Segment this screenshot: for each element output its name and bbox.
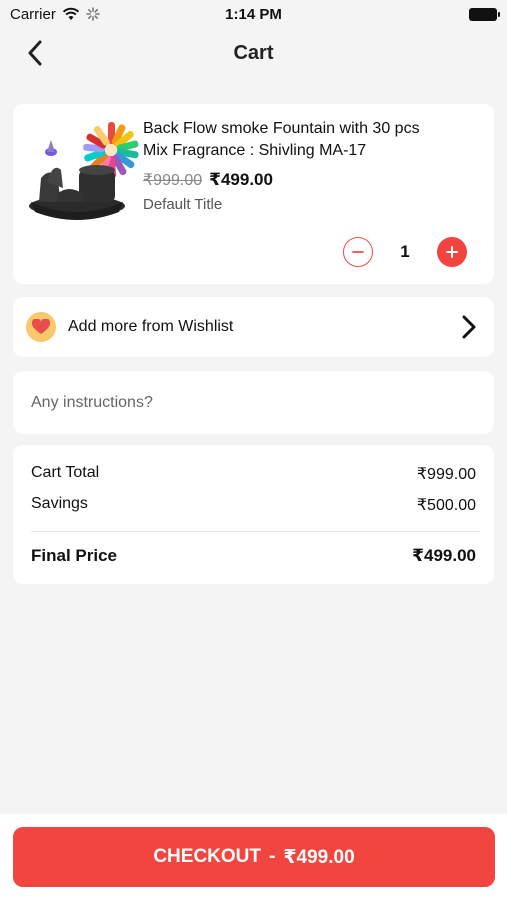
chevron-right-icon [462, 315, 476, 339]
cart-total-label: Cart Total [31, 464, 100, 481]
loading-icon [86, 7, 100, 21]
final-price-row: Final Price ₹499.00 [31, 546, 476, 566]
product-name[interactable]: Back Flow smoke Fountain with 30 pcs Mix… [143, 118, 433, 162]
divider [31, 531, 480, 532]
carrier-label: Carrier [10, 5, 56, 23]
quantity-value: 1 [400, 242, 410, 261]
heart-icon [32, 319, 50, 334]
price-row: ₹999.00 ₹499.00 [143, 170, 273, 190]
battery-icon [469, 7, 500, 21]
page-title: Cart [233, 41, 274, 64]
add-from-wishlist-row[interactable]: Add more from Wishlist [13, 297, 494, 357]
increase-quantity-button[interactable] [437, 237, 467, 267]
checkout-separator: - [269, 846, 276, 867]
decrease-quantity-button[interactable] [343, 237, 373, 267]
savings-row: Savings ₹500.00 [31, 495, 476, 515]
final-price-label: Final Price [31, 546, 117, 565]
wishlist-label: Add more from Wishlist [68, 318, 234, 335]
back-chevron-icon [28, 40, 42, 66]
checkout-button[interactable]: CHECKOUT - ₹499.00 [13, 827, 495, 887]
cart-item-card: Back Flow smoke Fountain with 30 pcs Mix… [13, 104, 494, 284]
product-image[interactable] [27, 118, 143, 228]
heart-badge [26, 312, 56, 342]
wifi-icon [62, 7, 79, 20]
savings-value: ₹500.00 [416, 497, 476, 514]
final-price-value: ₹499.00 [412, 546, 476, 565]
minus-icon [352, 251, 364, 253]
original-price: ₹999.00 [143, 172, 203, 189]
sale-price: ₹499.00 [209, 170, 273, 189]
instructions-card [13, 371, 494, 434]
checkout-amount: ₹499.00 [283, 846, 355, 868]
checkout-label: CHECKOUT [153, 846, 261, 867]
status-left: Carrier [10, 6, 100, 23]
plus-icon [446, 246, 458, 258]
cart-total-value: ₹999.00 [416, 466, 476, 483]
savings-label: Savings [31, 495, 88, 512]
instructions-input[interactable] [13, 371, 494, 434]
bottom-bar: CHECKOUT - ₹499.00 [0, 814, 507, 900]
cart-total-row: Cart Total ₹999.00 [31, 464, 476, 484]
status-bar: Carrier 1:14 PM [0, 0, 507, 28]
nav-bar: Cart [0, 28, 507, 78]
variant-label: Default Title [143, 196, 223, 213]
quantity-stepper: 1 [343, 237, 467, 267]
back-button[interactable] [18, 36, 52, 70]
price-summary-card: Cart Total ₹999.00 Savings ₹500.00 Final… [13, 445, 494, 584]
